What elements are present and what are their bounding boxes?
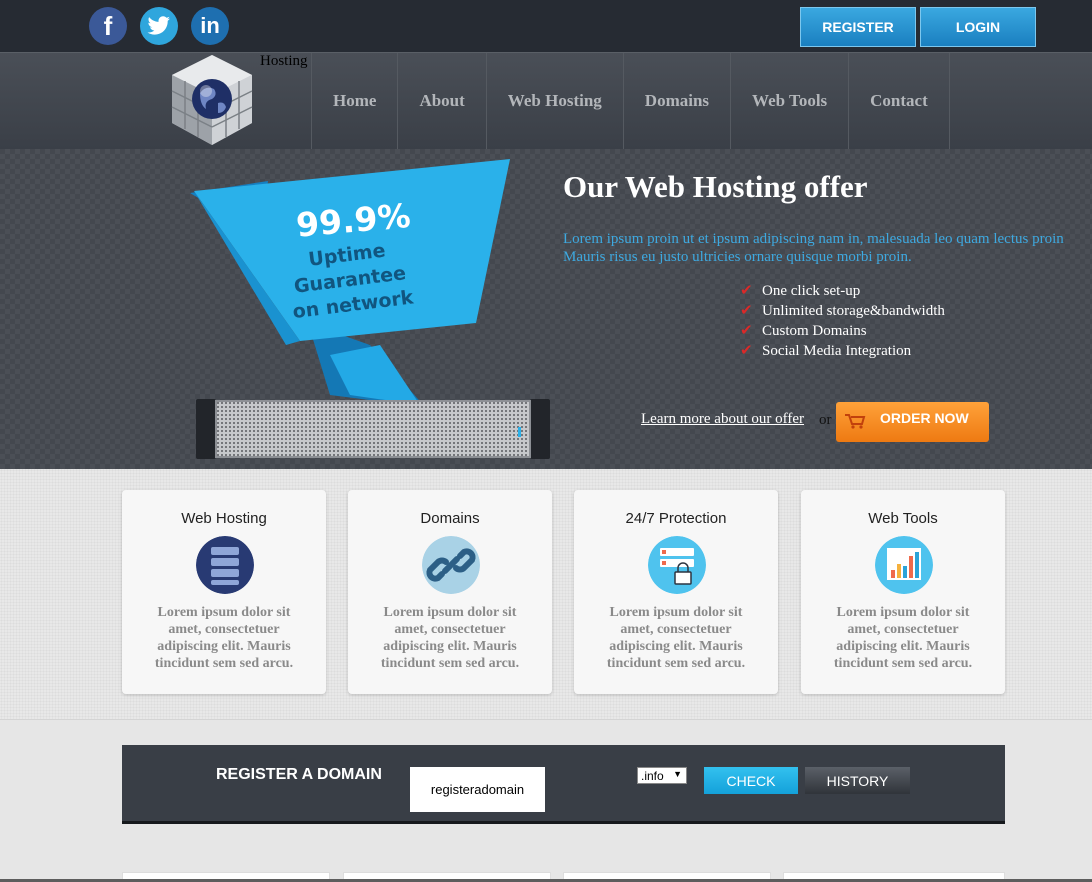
feature-label: Unlimited storage&bandwidth xyxy=(762,303,945,319)
nav-item-contact[interactable]: Contact xyxy=(848,53,950,149)
feature-item: ✔ One click set-up xyxy=(740,281,945,301)
service-card-web-tools[interactable]: Web Tools Lorem ipsum dolor sit amet, co… xyxy=(801,490,1005,694)
cart-icon xyxy=(845,414,866,429)
feature-label: Social Media Integration xyxy=(762,343,912,359)
or-text: or xyxy=(819,412,832,428)
register-button[interactable]: REGISTER xyxy=(800,7,916,47)
logo-text: Hosting xyxy=(260,53,308,69)
domain-input[interactable] xyxy=(410,767,545,812)
card-description: Lorem ipsum dolor sit amet, consectetuer… xyxy=(380,605,520,671)
twitter-icon[interactable] xyxy=(140,7,178,45)
card-description: Lorem ipsum dolor sit amet, consectetuer… xyxy=(833,605,973,671)
card-title: Web Hosting xyxy=(181,510,267,527)
services-section: Web Hosting Lorem ipsum dolor sit amet, … xyxy=(0,469,1092,720)
top-bar: f in REGISTER LOGIN xyxy=(0,0,1092,52)
hero-section: 99.9% Uptime Guarantee on network Our We… xyxy=(0,149,1092,469)
service-card-domains[interactable]: Domains Lorem ipsum dolor sit amet, cons… xyxy=(348,490,552,694)
checkmark-icon: ✔ xyxy=(740,283,753,299)
card-description: Lorem ipsum dolor sit amet, consectetuer… xyxy=(606,605,746,671)
card-description: Lorem ipsum dolor sit amet, consectetuer… xyxy=(154,605,294,671)
history-button[interactable]: HISTORY xyxy=(805,767,910,794)
lock-server-icon xyxy=(648,536,706,594)
check-button[interactable]: CHECK xyxy=(704,767,798,794)
chain-link-icon xyxy=(422,536,480,594)
checkmark-icon: ✔ xyxy=(740,343,753,359)
twitter-bird-glyph xyxy=(147,16,170,35)
bar-chart-icon xyxy=(875,536,933,594)
card-title: Web Tools xyxy=(868,510,938,527)
feature-list: ✔ One click set-up ✔ Unlimited storage&ban… xyxy=(740,281,945,361)
hero-title: Our Web Hosting offer xyxy=(563,169,868,204)
feature-item: ✔ Social Media Integration xyxy=(740,341,945,361)
hero-description: Lorem ipsum proin ut et ipsum adipiscing… xyxy=(563,230,1092,266)
card-title: Domains xyxy=(420,510,480,527)
dropdown-arrow-icon: ▼ xyxy=(673,769,682,779)
hero-description-line1: Lorem ipsum proin ut et ipsum adipiscing… xyxy=(563,231,1064,247)
tld-selected-value: .info xyxy=(641,768,664,783)
domain-label: REGISTER A DOMAIN xyxy=(216,766,382,783)
login-button[interactable]: LOGIN xyxy=(920,7,1036,47)
tld-select[interactable]: .info ▼ xyxy=(637,767,687,784)
checkmark-icon: ✔ xyxy=(740,323,753,339)
nav-item-web-hosting[interactable]: Web Hosting xyxy=(485,53,623,149)
feature-label: Custom Domains xyxy=(762,323,867,339)
order-now-label: ORDER NOW xyxy=(880,410,969,426)
server-icon xyxy=(196,536,254,594)
nav-links: Home About Web Hosting Domains Web Tools… xyxy=(311,53,950,149)
linkedin-icon[interactable]: in xyxy=(191,7,229,45)
nav-item-home[interactable]: Home xyxy=(311,53,397,149)
checkmark-icon: ✔ xyxy=(740,303,753,319)
server-rack-image xyxy=(196,399,550,459)
service-card-protection[interactable]: 24/7 Protection Lorem ipsum dolor sit am… xyxy=(574,490,778,694)
service-card-web-hosting[interactable]: Web Hosting Lorem ipsum dolor sit amet, … xyxy=(122,490,326,694)
feature-item: ✔ Unlimited storage&bandwidth xyxy=(740,301,945,321)
learn-more-link[interactable]: Learn more about our offer xyxy=(641,411,804,428)
feature-item: ✔ Custom Domains xyxy=(740,321,945,341)
hero-description-line2: Mauris risus eu justo ultricies ornare q… xyxy=(563,249,912,265)
nav-item-about[interactable]: About xyxy=(397,53,485,149)
cube-globe-logo[interactable] xyxy=(168,53,256,147)
nav-item-domains[interactable]: Domains xyxy=(622,53,730,149)
feature-label: One click set-up xyxy=(762,283,861,299)
nav-item-web-tools[interactable]: Web Tools xyxy=(730,53,848,149)
main-nav: Hosting Home About Web Hosting Domains W… xyxy=(0,52,1092,149)
facebook-icon[interactable]: f xyxy=(89,7,127,45)
order-now-button[interactable]: ORDER NOW xyxy=(836,402,989,442)
card-title: 24/7 Protection xyxy=(625,510,727,527)
